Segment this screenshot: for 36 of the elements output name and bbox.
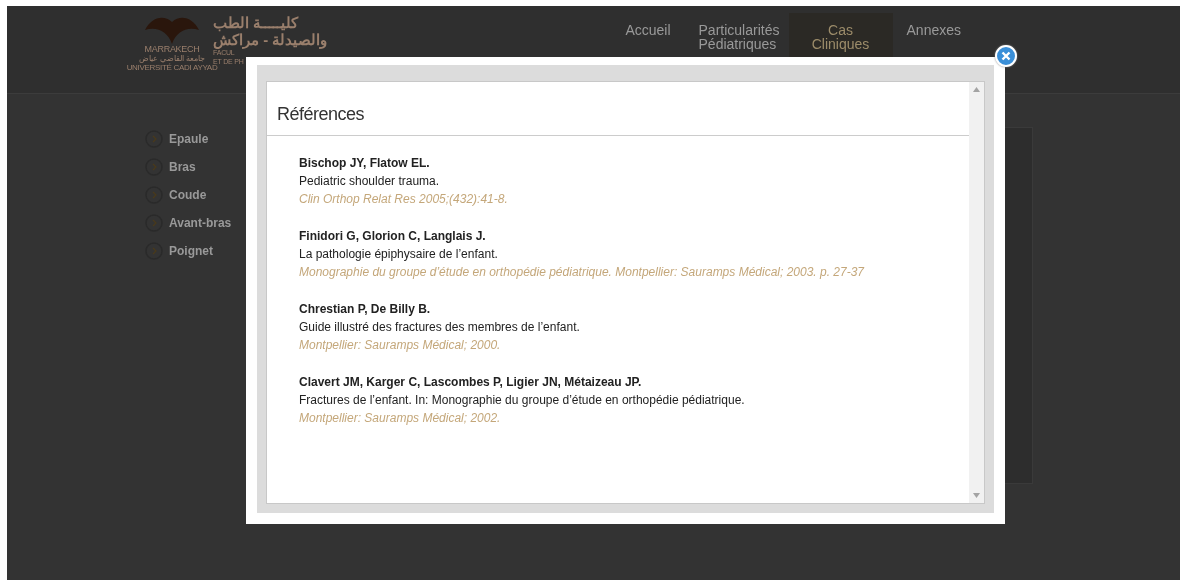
sidebar-link[interactable]: Poignet xyxy=(145,242,245,260)
chevron-circle-icon xyxy=(145,214,163,232)
reference-title: Fractures de l’enfant. In: Monographie du groupe d’étude en orthopédie pédiatrique. xyxy=(299,392,746,409)
faculty-arabic-name: كليـــــة الطب xyxy=(213,14,300,31)
scroll-down-icon[interactable] xyxy=(973,493,980,498)
chevron-circle-icon xyxy=(145,242,163,260)
chevron-circle-icon xyxy=(145,186,163,204)
logo-city-text: MARRAKECH xyxy=(144,44,200,54)
reference-title: Guide illustré des fractures des membres de l’enfant. xyxy=(299,319,581,336)
reference-source: Montpellier: Sauramps Médical; 2002. xyxy=(299,410,502,427)
reference-source: Clin Orthop Relat Res 2005;(432):41-8. xyxy=(299,191,509,208)
close-icon xyxy=(1001,51,1011,61)
logo-arabic-text: جامعة القاضي عياض xyxy=(138,54,206,63)
reference-authors: Bischop JY, Flatow EL. xyxy=(299,155,431,172)
sidebar-link[interactable]: Bras xyxy=(145,158,245,176)
nav-link[interactable]: Cas Cliniques xyxy=(788,13,893,57)
sidebar-link[interactable]: Epaule xyxy=(145,130,245,148)
reference-authors: Chrestian P, De Billy B. xyxy=(299,301,432,318)
reference-title: Pediatric shoulder trauma. xyxy=(299,173,441,190)
sidebar-link[interactable]: Coude xyxy=(145,186,245,204)
reference-title: La pathologie épiphysaire de l’enfant. xyxy=(299,246,499,263)
chevron-circle-icon xyxy=(145,158,163,176)
faculty-arabic-name: والصيدلة - مراكش xyxy=(213,31,328,48)
logo-university-text: UNIVERSITÉ CADI AYYAD xyxy=(126,63,218,72)
dialog-title: Références xyxy=(267,82,969,136)
scroll-up-icon[interactable] xyxy=(973,87,980,92)
sidebar-link[interactable]: Avant-bras xyxy=(145,214,245,232)
reference-source: Montpellier: Sauramps Médical; 2000. xyxy=(299,337,502,354)
reference-authors: Clavert JM, Karger C, Lascombes P, Ligier JN, Métaizeau JP. xyxy=(299,374,643,391)
chevron-circle-icon xyxy=(145,130,163,148)
nav-link[interactable]: Accueil xyxy=(611,13,685,57)
nav-link[interactable]: Annexes xyxy=(892,13,975,57)
reference-authors: Finidori G, Glorion C, Langlais J. xyxy=(299,228,487,245)
scrollbar[interactable] xyxy=(969,82,984,503)
nav-link[interactable]: Particularités Pédiatriques xyxy=(684,13,789,57)
reference-source: Monographie du groupe d’étude en orthopédie pédiatrique. Montpellier: Sauramps Médical; 2003. p. 27-37 xyxy=(299,264,866,281)
